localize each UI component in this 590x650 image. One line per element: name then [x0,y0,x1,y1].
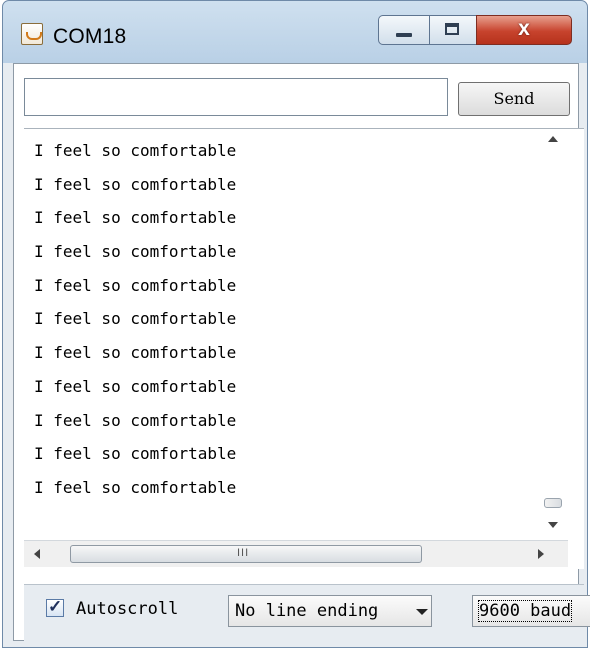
horizontal-scrollbar[interactable]: III [24,540,568,567]
minimize-button[interactable] [378,15,430,45]
send-button[interactable]: Send [458,82,570,116]
autoscroll-label[interactable]: Autoscroll [76,599,178,619]
maximize-icon [445,23,459,35]
output-line: I feel so comfortable [34,477,237,497]
output-line: I feel so comfortable [34,208,237,228]
output-lines: I feel so comfortable I feel so comfortab… [34,141,236,512]
line-ending-value: No line ending [235,601,379,621]
baud-rate-select[interactable]: 9600 baud [472,595,590,627]
scroll-left-arrow-icon[interactable] [34,549,40,559]
output-line: I feel so comfortable [34,174,237,194]
output-line: I feel so comfortable [34,343,237,363]
output-line: I feel so comfortable [34,275,237,295]
output-line: I feel so comfortable [34,444,237,464]
scroll-grip-icon: III [237,547,250,559]
scroll-up-arrow-icon[interactable] [548,136,558,142]
vertical-scroll-thumb[interactable] [544,498,562,508]
app-icon [21,23,43,45]
close-button[interactable]: x [476,15,572,45]
horizontal-scroll-thumb[interactable]: III [70,545,422,563]
line-ending-select[interactable]: No line ending [228,595,432,627]
output-line: I feel so comfortable [34,410,237,430]
close-icon: x [518,17,530,40]
send-input[interactable] [24,78,448,116]
autoscroll-checkbox[interactable] [46,597,64,617]
serial-output: I feel so comfortable I feel so comfortab… [24,128,584,569]
footer-bar: Autoscroll No line ending 9600 baud [24,584,590,641]
title-bar[interactable]: COM18 x [3,1,587,63]
baud-rate-value: 9600 baud [477,600,573,622]
minimize-icon [396,33,412,37]
maximize-button[interactable] [429,15,477,45]
output-line: I feel so comfortable [34,376,237,396]
scroll-down-arrow-icon[interactable] [548,522,558,528]
output-line: I feel so comfortable [34,141,237,160]
output-line: I feel so comfortable [34,309,237,329]
chevron-down-icon[interactable] [416,609,428,615]
window-title: COM18 [53,25,127,48]
output-line: I feel so comfortable [34,242,237,262]
scroll-right-arrow-icon[interactable] [538,549,544,559]
